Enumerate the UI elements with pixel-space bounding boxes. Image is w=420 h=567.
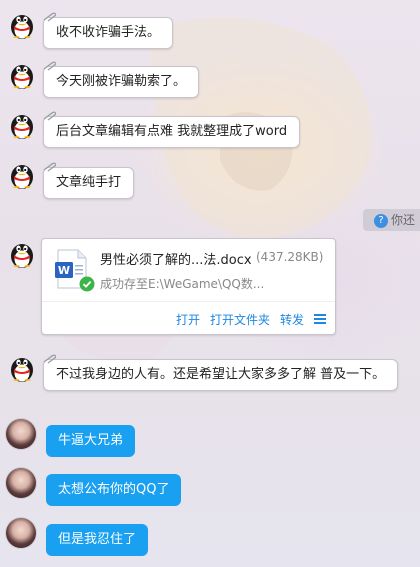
divider	[42, 301, 335, 302]
file-save-status: 成功存至E:\WeGame\QQ数...	[100, 277, 265, 291]
message-text: 不过我身边的人有。还是希望让大家多多了解 普及一下。	[56, 367, 386, 382]
message-text: 文章纯手打	[56, 175, 122, 190]
message-text: 今天刚被诈骗勒索了。	[56, 74, 187, 89]
file-transfer-card[interactable]: W 男性必须了解的...法.docx (437.28KB) 成功存至E:\WeG…	[41, 238, 336, 335]
message-bubble: 收不收诈骗手法。	[43, 12, 174, 49]
user-avatar[interactable]	[6, 419, 36, 449]
qq-penguin-avatar[interactable]	[6, 351, 38, 383]
qq-penguin-avatar[interactable]	[6, 58, 38, 90]
qq-penguin-avatar[interactable]	[6, 158, 38, 190]
message-bubble: 今天刚被诈骗勒索了。	[43, 61, 200, 98]
user-bubble: 但是我忍住了	[46, 524, 149, 556]
user-bubble: 牛逼大兄弟	[46, 425, 136, 457]
message-text: 太想公布你的QQ了	[58, 482, 170, 497]
message-text: 后台文章编辑有点难 我就整理成了word	[56, 124, 288, 139]
message-bubble: 后台文章编辑有点难 我就整理成了word	[43, 111, 301, 148]
qq-penguin-avatar[interactable]	[6, 8, 38, 40]
file-size: (437.28KB)	[256, 250, 324, 264]
notice-text: 你还	[391, 213, 416, 227]
user-avatar[interactable]	[6, 468, 36, 498]
user-bubble: 太想公布你的QQ了	[46, 474, 182, 506]
message-text: 但是我忍住了	[58, 532, 137, 547]
more-menu-icon[interactable]	[314, 314, 326, 324]
open-file-link[interactable]: 打开	[176, 311, 200, 328]
file-name: 男性必须了解的...法.docx	[100, 253, 252, 268]
paperclip-icon	[43, 162, 56, 172]
file-actions: 打开 打开文件夹 转发	[42, 309, 335, 329]
open-folder-link[interactable]: 打开文件夹	[210, 311, 270, 328]
message-text: 牛逼大兄弟	[58, 433, 124, 448]
question-icon: ?	[374, 213, 388, 228]
success-check-icon	[79, 276, 95, 292]
message-bubble: 不过我身边的人有。还是希望让大家多多了解 普及一下。	[43, 354, 399, 391]
paperclip-icon	[43, 12, 56, 22]
paperclip-icon	[43, 111, 56, 121]
message-bubble: 文章纯手打	[43, 162, 135, 199]
message-text: 收不收诈骗手法。	[56, 25, 161, 40]
paperclip-icon	[43, 61, 56, 71]
user-avatar[interactable]	[6, 518, 36, 548]
svg-text:W: W	[58, 264, 70, 277]
qq-penguin-avatar[interactable]	[6, 108, 38, 140]
forward-link[interactable]: 转发	[280, 311, 304, 328]
paperclip-icon	[43, 354, 56, 364]
notice-bar[interactable]: ? 你还	[363, 209, 420, 231]
qq-penguin-avatar[interactable]	[6, 237, 38, 269]
